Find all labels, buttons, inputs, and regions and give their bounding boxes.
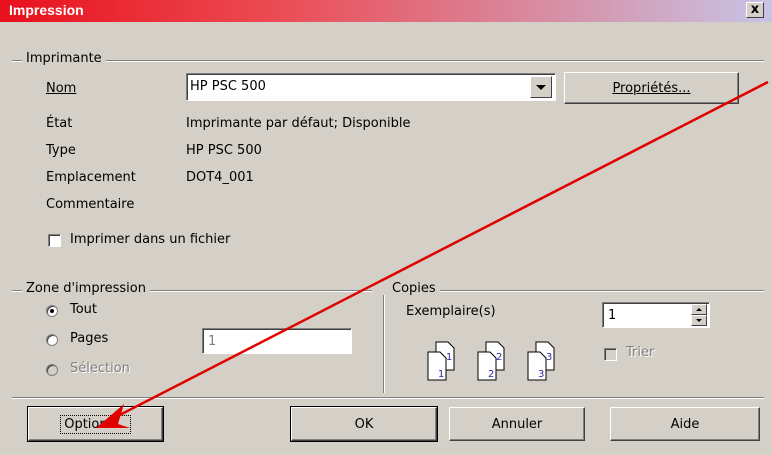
collate-set-2: 2 2 bbox=[477, 341, 505, 381]
copies-count-label: Exemplaire(s) bbox=[406, 304, 496, 319]
page-number-2b: 2 bbox=[488, 369, 494, 380]
printer-group-label: Imprimante bbox=[22, 51, 106, 66]
printer-select-value: HP PSC 500 bbox=[190, 79, 266, 94]
spin-down-button[interactable] bbox=[691, 315, 707, 326]
close-button[interactable]: x bbox=[746, 2, 764, 18]
collate-pages-icon: 1 1 2 2 3 3 bbox=[427, 341, 555, 381]
title-bar bbox=[0, 0, 772, 22]
type-label: Type bbox=[46, 143, 76, 158]
close-icon: x bbox=[750, 2, 760, 17]
state-value: Imprimante par défaut; Disponible bbox=[186, 116, 411, 131]
location-label: Emplacement bbox=[46, 170, 136, 185]
ok-button-label: OK bbox=[354, 416, 374, 432]
radio-selected-dot bbox=[50, 309, 54, 313]
comment-label: Commentaire bbox=[46, 197, 135, 212]
arrow-up-icon bbox=[696, 308, 702, 311]
chevron-down-icon bbox=[536, 85, 546, 90]
print-to-file-label[interactable]: Imprimer dans un fichier bbox=[70, 232, 230, 247]
properties-button-label: Propriétés... bbox=[612, 80, 691, 96]
radio-all[interactable] bbox=[46, 305, 58, 317]
print-range-label: Zone d'impression bbox=[22, 281, 150, 296]
pages-input-value: 1 bbox=[208, 334, 217, 349]
ok-button[interactable]: OK bbox=[290, 406, 438, 442]
copies-divider bbox=[383, 295, 385, 393]
properties-button[interactable]: Propriétés... bbox=[564, 72, 739, 104]
cancel-button[interactable]: Annuler bbox=[449, 407, 585, 441]
bottom-separator bbox=[12, 397, 764, 399]
pages-input[interactable]: 1 bbox=[202, 328, 352, 354]
spin-up-button[interactable] bbox=[691, 304, 707, 315]
printer-select[interactable]: HP PSC 500 bbox=[186, 73, 556, 101]
radio-pages-label[interactable]: Pages bbox=[70, 331, 108, 346]
state-label: État bbox=[46, 116, 73, 131]
location-value: DOT4_001 bbox=[186, 170, 254, 185]
copies-spinner[interactable]: 1 bbox=[602, 302, 710, 328]
printer-dropdown-button[interactable] bbox=[530, 76, 552, 98]
copies-spinner-value: 1 bbox=[608, 308, 617, 323]
collate-label: Trier bbox=[626, 345, 655, 360]
radio-pages[interactable] bbox=[46, 334, 58, 346]
page-number-1b: 1 bbox=[438, 369, 444, 380]
printer-name-label: Nom bbox=[46, 81, 76, 96]
page-number-3a: 3 bbox=[546, 352, 552, 363]
page-number-3b: 3 bbox=[538, 369, 544, 380]
cancel-button-label: Annuler bbox=[491, 416, 543, 432]
annotation-arrow bbox=[96, 80, 769, 428]
radio-selection[interactable] bbox=[46, 364, 58, 376]
radio-selection-label: Sélection bbox=[70, 361, 130, 376]
help-button-label: Aide bbox=[670, 416, 700, 432]
copies-label: Copies bbox=[388, 281, 440, 296]
options-button[interactable]: Options... bbox=[27, 406, 164, 442]
arrow-down-icon bbox=[696, 319, 702, 322]
window-title: Impression bbox=[9, 2, 84, 18]
help-button[interactable]: Aide bbox=[610, 407, 760, 441]
printer-group-frame bbox=[12, 60, 764, 62]
type-value: HP PSC 500 bbox=[186, 143, 262, 158]
page-number-2a: 2 bbox=[496, 352, 502, 363]
radio-all-label[interactable]: Tout bbox=[70, 302, 97, 317]
collate-set-3: 3 3 bbox=[527, 341, 555, 381]
collate-set-1: 1 1 bbox=[427, 341, 455, 381]
copies-frame bbox=[388, 290, 764, 292]
collate-checkbox[interactable] bbox=[604, 348, 617, 361]
options-button-label: Options... bbox=[60, 414, 131, 434]
name-label-text: Nom bbox=[46, 81, 77, 96]
print-to-file-checkbox[interactable] bbox=[48, 234, 61, 247]
page-number-1a: 1 bbox=[446, 352, 452, 363]
